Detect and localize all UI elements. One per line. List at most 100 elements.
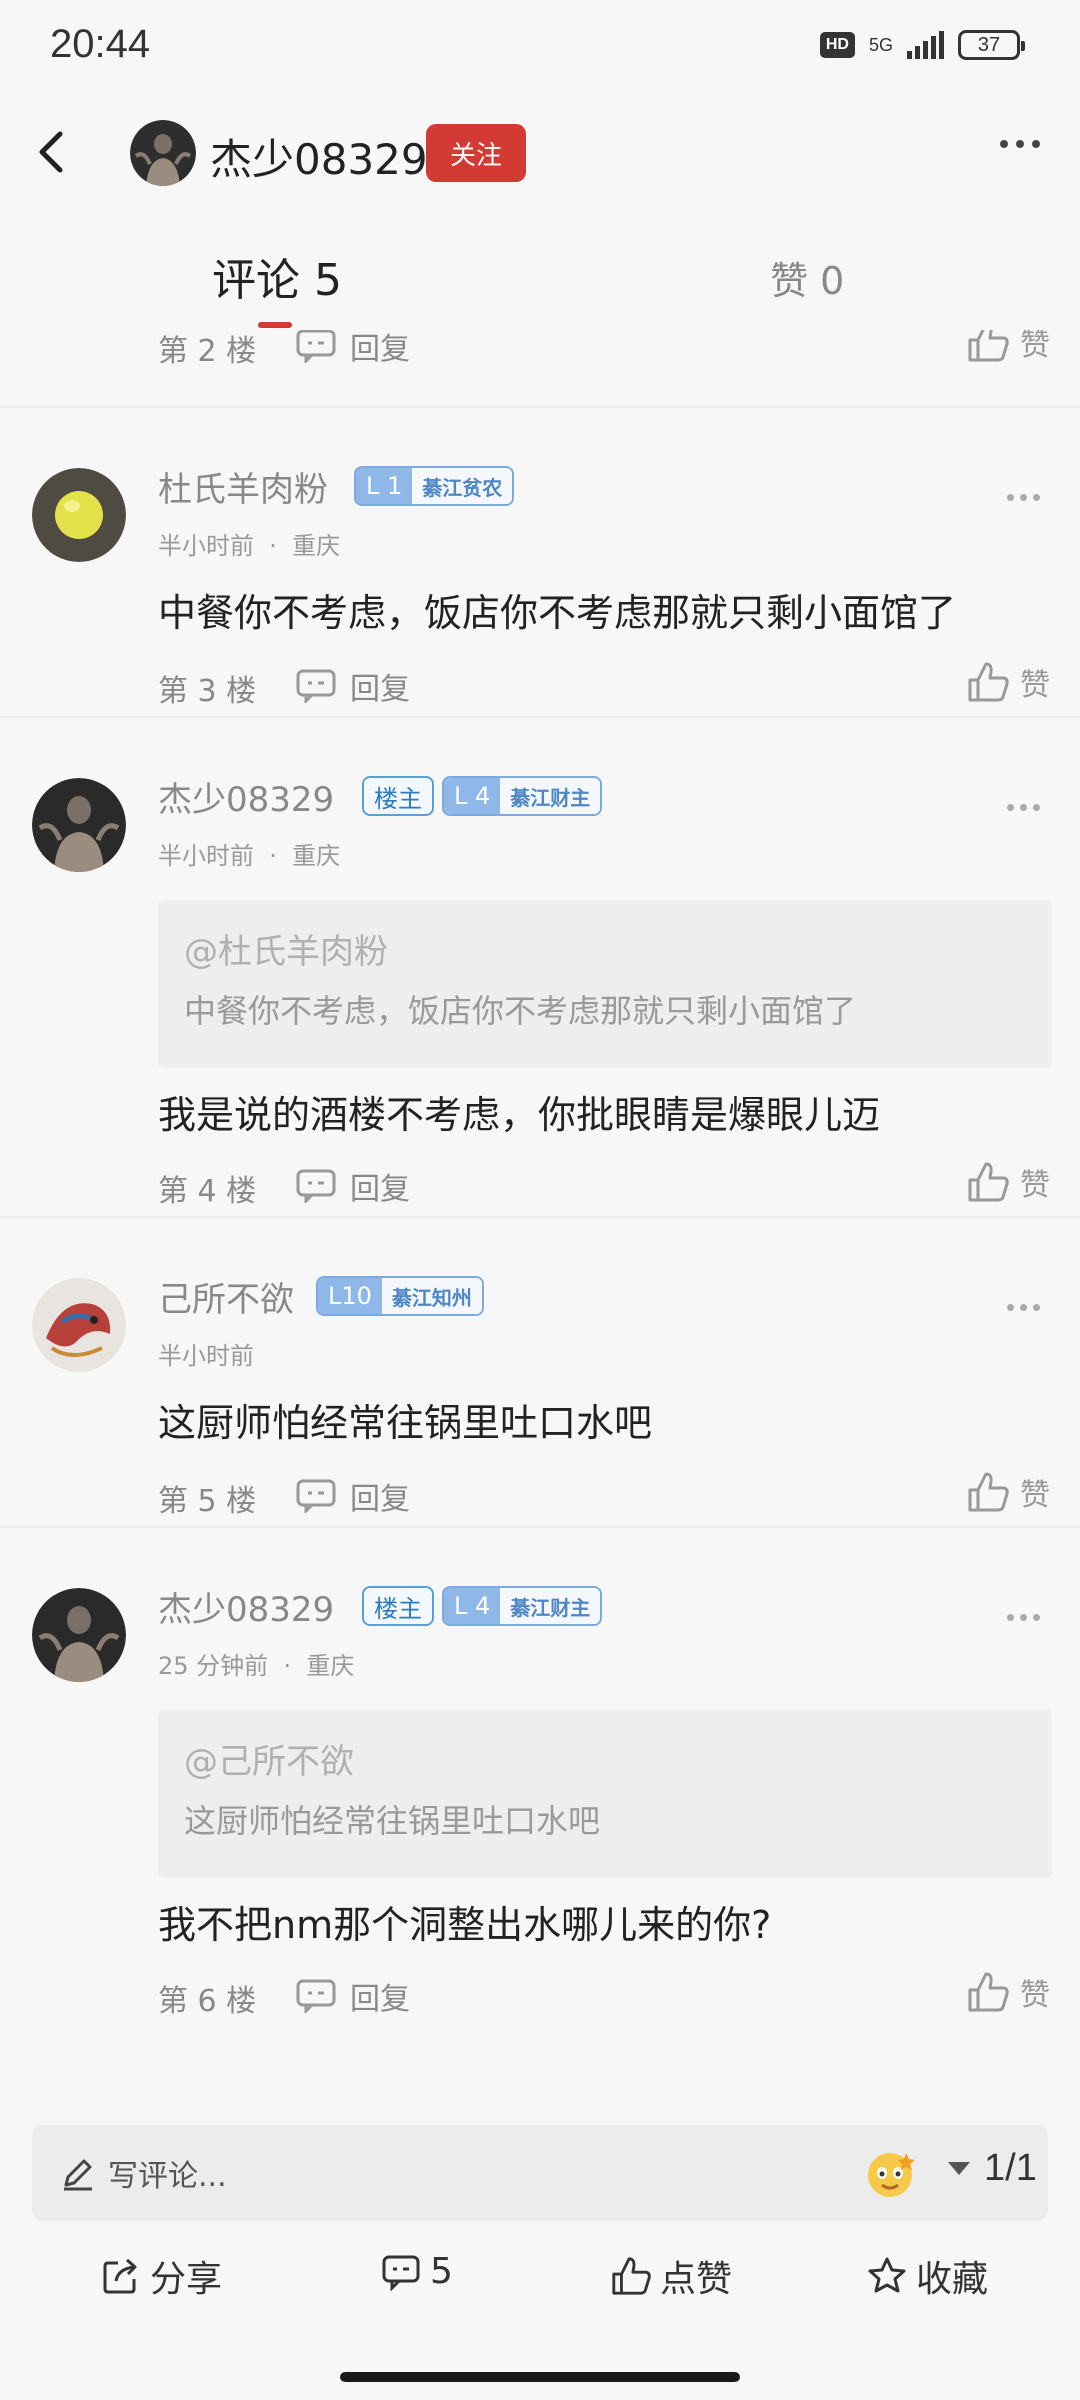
dropdown-triangle-icon [948,2162,970,2175]
tab-active-indicator [258,322,292,328]
level-badge: L 4 綦江财主 [442,1586,603,1626]
reply-button[interactable]: 回复 [296,1474,410,1518]
avatar[interactable] [32,1588,126,1682]
level-label: L10 [318,1278,382,1314]
floor-number: 第 6 楼 [158,1984,257,2019]
avatar[interactable] [32,1278,126,1372]
comment-text: 中餐你不考虑，饭店你不考虑那就只剩小面馆了 [158,591,957,635]
favorite-button[interactable]: 收藏 [866,2250,988,2302]
reply-button[interactable]: 回复 [296,330,410,368]
comment-time: 半小时前 [158,1342,254,1370]
comment-meta: 半小时前 · 重庆 [158,532,341,560]
comment-input-bar[interactable]: 写评论... 1/1 [32,2125,1048,2221]
comment-icon [382,2255,420,2292]
level-label: L 4 [444,1588,501,1624]
page-selector[interactable]: 1/1 [948,2147,1037,2190]
comment-more-icon[interactable] [1007,1304,1040,1311]
owner-badge: 楼主 [362,1586,434,1626]
comment-item: 杰少08329 楼主 L 4 綦江财主 25 分钟前 · 重庆 @己所不欲 这厨… [0,1526,1080,2025]
comment-username[interactable]: 杰少08329 [158,1582,334,1631]
share-label: 分享 [150,2259,223,2300]
pencil-icon [64,2159,92,2191]
comment-username[interactable]: 杜氏羊肉粉 [158,462,328,511]
comment-text: 我不把nm那个洞整出水哪儿来的你? [158,1903,772,1947]
reply-icon [296,669,336,703]
comment-time: 半小时前 [158,842,254,870]
quoted-text: 这厨师怕经常往锅里吐口水吧 [184,1802,601,1840]
thumbs-up-icon [968,330,1009,362]
like-label: 赞 [1020,330,1050,363]
status-bar: 20:44 HD 5G 37 [0,0,1080,100]
comment-input-placeholder[interactable]: 写评论... [108,2151,227,2195]
hd-icon: HD [819,32,855,58]
reply-button[interactable]: 回复 [296,664,410,708]
like-post-label: 点赞 [660,2259,733,2300]
favorite-label: 收藏 [916,2259,989,2300]
thumbs-up-icon [968,1472,1009,1512]
title-label: 綦江贫农 [412,468,513,504]
comment-actions: 第 3 楼 回复 赞 [0,656,1080,716]
level-badge: L10 綦江知州 [316,1276,484,1316]
share-icon [103,2258,137,2294]
like-post-button[interactable]: 点赞 [610,2250,732,2302]
comment-time: 半小时前 [158,532,254,560]
quoted-text: 中餐你不考虑，饭店你不考虑那就只剩小面馆了 [184,992,857,1030]
level-label: L 4 [444,778,501,814]
thumbs-up-icon [968,1162,1009,1202]
status-time: 20:44 [50,22,151,66]
follow-button[interactable]: 关注 [426,124,526,182]
comment-actions: 第 2 楼 回复 赞 [0,330,1080,376]
thumbs-up-icon [968,1972,1009,2012]
comment-meta: 半小时前 · 重庆 [158,842,341,870]
comment-more-icon[interactable] [1007,494,1040,501]
avatar[interactable] [130,120,196,186]
share-button[interactable]: 分享 [100,2250,222,2302]
like-button[interactable]: 赞 [966,1160,1050,1204]
network-label: 5G [868,35,893,55]
comment-meta: 半小时前 [158,1336,254,1371]
quoted-username: @杜氏羊肉粉 [184,932,388,972]
comment-location: 重庆 [292,842,341,870]
reply-button[interactable]: 回复 [296,1164,410,1208]
like-button[interactable]: 赞 [966,330,1050,364]
bottom-toolbar: 分享 5 点赞 收藏 [0,2240,1080,2330]
chevron-left-icon [39,131,63,173]
quoted-comment[interactable]: @杜氏羊肉粉 中餐你不考虑，饭店你不考虑那就只剩小面馆了 [158,900,1052,1068]
comment-more-icon[interactable] [1007,1614,1040,1621]
more-options-icon[interactable] [1000,140,1040,148]
battery-level: 37 [977,33,1001,56]
reply-label: 回复 [350,1172,410,1207]
like-button[interactable]: 赞 [966,1970,1050,2014]
comment-text: 这厨师怕经常往锅里吐口水吧 [158,1401,653,1445]
thumbs-up-icon [968,662,1009,702]
avatar[interactable] [32,778,126,872]
reply-button[interactable]: 回复 [296,1974,410,2018]
comment-actions: 第 4 楼 回复 赞 [0,1156,1080,1216]
comment-time: 25 分钟前 [158,1652,269,1680]
comment-more-icon[interactable] [1007,804,1040,811]
tab-comments[interactable]: 评论 5 [212,244,342,308]
home-indicator[interactable] [340,2372,740,2382]
like-button[interactable]: 赞 [966,660,1050,704]
back-button[interactable] [30,122,80,182]
top-header: 杰少08329 关注 [0,100,1080,205]
comment-item: 杰少08329 楼主 L 4 綦江财主 半小时前 · 重庆 @杜氏羊肉粉 中餐你… [0,716,1080,1216]
comment-list[interactable]: 第 2 楼 回复 赞 杜氏羊肉粉 L 1 綦江贫农 半小时前 · 重庆 中餐你不… [0,330,1080,2025]
comments-button[interactable]: 5 [380,2250,453,2292]
floor-number: 第 4 楼 [158,1174,257,1209]
quoted-comment[interactable]: @己所不欲 这厨师怕经常往锅里吐口水吧 [158,1710,1052,1878]
tab-likes[interactable]: 赞 0 [770,250,844,305]
emoji-icon[interactable] [862,2145,922,2201]
user-badges: L10 綦江知州 [316,1276,484,1316]
floor-number: 第 5 楼 [158,1484,257,1519]
comment-username[interactable]: 杰少08329 [158,772,334,821]
reply-icon [296,1979,336,2013]
like-label: 赞 [1020,1978,1050,2013]
like-button[interactable]: 赞 [966,1470,1050,1514]
title-label: 綦江财主 [500,1588,601,1624]
avatar[interactable] [32,468,126,562]
comment-username[interactable]: 己所不欲 [158,1272,294,1321]
floor-number: 第 2 楼 [158,334,257,369]
page-indicator: 1/1 [984,2147,1037,2189]
comment-meta: 25 分钟前 · 重庆 [158,1652,355,1680]
